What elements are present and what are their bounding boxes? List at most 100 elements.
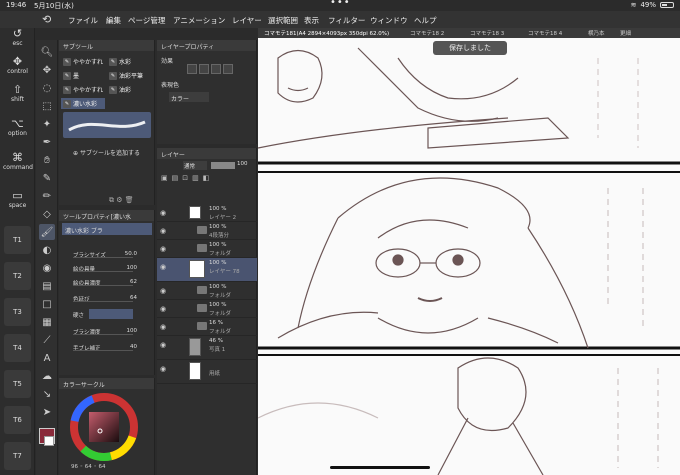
eye-icon[interactable]: ◉ [160, 263, 166, 271]
effect-tone-icon[interactable] [199, 64, 209, 74]
control-key[interactable]: ✥ control [3, 56, 32, 76]
select-icon[interactable]: ⬚ [39, 98, 55, 114]
pencil-icon[interactable]: ✏ [39, 188, 55, 204]
t1-key[interactable]: T1 [4, 226, 31, 254]
t5-key[interactable]: T5 [4, 370, 31, 398]
prop-stabilization[interactable]: 手ブレ補正 40 [59, 342, 155, 353]
eye-icon[interactable]: ◉ [160, 287, 166, 295]
eye-icon[interactable]: ◉ [160, 341, 166, 349]
eye-icon[interactable]: ◉ [160, 227, 166, 235]
layer-row-selected[interactable]: ◉ 100 % レイヤー 78 [157, 258, 257, 282]
menu-selection[interactable]: 選択範囲 [268, 15, 298, 26]
zoom-icon[interactable]: 🔍︎ [39, 44, 55, 60]
multitask-dots[interactable]: ••• [330, 0, 351, 8]
eye-icon[interactable]: ◉ [160, 305, 166, 313]
duplicate-icon[interactable]: ⧉ [109, 196, 114, 204]
tab[interactable]: 更細 [620, 29, 631, 37]
prop-hardness[interactable]: 硬さ [59, 309, 155, 320]
prop-brush-density[interactable]: ブラシ濃度 100 [59, 326, 155, 337]
fill-icon[interactable]: ◉ [39, 260, 55, 276]
shift-key[interactable]: ⇧ shift [3, 84, 32, 104]
move-icon[interactable]: ✥ [39, 62, 55, 78]
prop-paint-density[interactable]: 絵の具濃度 62 [59, 277, 155, 288]
clip-icon[interactable]: ▤ [172, 174, 183, 182]
tab[interactable]: 横乃本 [588, 29, 605, 37]
layer-row[interactable]: ◉ 100 % フォルダ [157, 282, 257, 300]
t7-key[interactable]: T7 [4, 442, 31, 470]
menu-page[interactable]: ページ管理 [128, 15, 165, 26]
eye-icon[interactable]: ◉ [160, 323, 166, 331]
t4-key[interactable]: T4 [4, 334, 31, 362]
app-logo-icon[interactable]: ⟲ [42, 13, 51, 26]
menu-view[interactable]: 表示 [304, 15, 319, 26]
balloon-icon[interactable]: ☁ [39, 368, 55, 384]
layer-row[interactable]: ◉ 用紙 [157, 360, 257, 384]
t3-key[interactable]: T3 [4, 298, 31, 326]
subtool-item-selected[interactable]: ✎ 濃い水彩 [61, 98, 105, 109]
tab[interactable]: コマモテ18 3 [470, 29, 504, 37]
tab[interactable]: コマモテ18 4 [528, 29, 562, 37]
mask-icon[interactable]: ◧ [203, 174, 214, 182]
menu-edit[interactable]: 編集 [106, 15, 121, 26]
drawing-canvas[interactable] [258, 38, 680, 475]
layer-row[interactable]: ◉ 100 % 4段落分 [157, 222, 257, 240]
menu-file[interactable]: ファイル [68, 15, 98, 26]
frame-icon[interactable]: ▦ [39, 314, 55, 330]
subtool-item[interactable]: ✎ ややかすれ [61, 84, 105, 95]
blend-mode-select[interactable]: 通常 [183, 161, 207, 170]
blend-icon[interactable]: ◐ [39, 242, 55, 258]
eye-icon[interactable]: ◉ [160, 245, 166, 253]
draft-icon[interactable]: ▥ [192, 174, 203, 182]
t6-key[interactable]: T6 [4, 406, 31, 434]
brush-icon[interactable]: 🖌︎ [39, 224, 55, 240]
wand-icon[interactable]: ✦ [39, 116, 55, 132]
ruler-icon[interactable]: ⟋ [39, 332, 55, 348]
hand-icon[interactable]: ✋︎ [39, 152, 55, 168]
text-icon[interactable]: A [39, 350, 55, 366]
brush-name-field[interactable]: 濃い水彩 ブラ [62, 223, 152, 235]
layer-row[interactable]: ◉ 100 % レイヤー 2 [157, 204, 257, 222]
layer-row[interactable]: ◉ 100 % フォルダ [157, 300, 257, 318]
reference-icon[interactable]: ⊡ [182, 174, 192, 182]
eye-icon[interactable]: ◉ [160, 209, 166, 217]
option-key[interactable]: ⌥ option [3, 118, 32, 138]
tab[interactable]: コマモテ18 2 [410, 29, 444, 37]
opacity-slider[interactable] [211, 162, 235, 169]
prop-brush-size[interactable]: ブラシサイズ 50.0 [59, 249, 155, 260]
pen-icon[interactable]: ✎ [39, 170, 55, 186]
effect-border-icon[interactable] [187, 64, 197, 74]
space-key[interactable]: ▭ space [3, 190, 32, 210]
lock-icon[interactable]: ▣ [161, 174, 172, 182]
figure-icon[interactable]: □ [39, 296, 55, 312]
subtool-item[interactable]: ✎ 水彩 [107, 56, 153, 67]
prop-paint-amount[interactable]: 絵の具量 100 [59, 263, 155, 274]
t2-key[interactable]: T2 [4, 262, 31, 290]
settings-icon[interactable]: ⚙ [116, 196, 122, 204]
subtool-item[interactable]: ✎ 油彩 [107, 84, 153, 95]
eyedropper-icon[interactable]: ✒ [39, 134, 55, 150]
tab-active[interactable]: コマモテ181(A4 2894×4093px 350dpi 62.0%) [264, 29, 389, 37]
menu-help[interactable]: ヘルプ [414, 15, 437, 26]
eye-icon[interactable]: ◉ [160, 365, 166, 373]
menu-filter[interactable]: フィルター [328, 15, 365, 26]
hardness-selector[interactable] [89, 309, 133, 319]
layer-row[interactable]: ◉ 100 % フォルダ [157, 240, 257, 258]
effect-extract-icon[interactable] [223, 64, 233, 74]
correction-icon[interactable]: ↘ [39, 386, 55, 402]
trash-icon[interactable]: 🗑︎ [125, 196, 134, 204]
command-key[interactable]: ⌘ command [3, 152, 33, 172]
lasso-icon[interactable]: ◌ [39, 80, 55, 96]
effect-color-icon[interactable] [211, 64, 221, 74]
color-wheel[interactable] [69, 392, 139, 462]
expression-select[interactable]: カラー [169, 92, 209, 103]
add-subtool-button[interactable]: ⊕ サブツールを追加する [73, 148, 140, 157]
layer-row[interactable]: ◉ 16 % フォルダ [157, 318, 257, 336]
gradient-icon[interactable]: ▤ [39, 278, 55, 294]
subtool-item[interactable]: ✎ 油彩平筆 [107, 70, 153, 81]
operation-icon[interactable]: ➤ [39, 404, 55, 420]
prop-color-stretch[interactable]: 色延び 64 [59, 293, 155, 304]
subtool-item[interactable]: ✎ ややかすれ [61, 56, 105, 67]
menu-window[interactable]: ウィンドウ [370, 15, 408, 26]
home-indicator[interactable] [330, 466, 430, 469]
menu-animation[interactable]: アニメーション [173, 15, 225, 26]
